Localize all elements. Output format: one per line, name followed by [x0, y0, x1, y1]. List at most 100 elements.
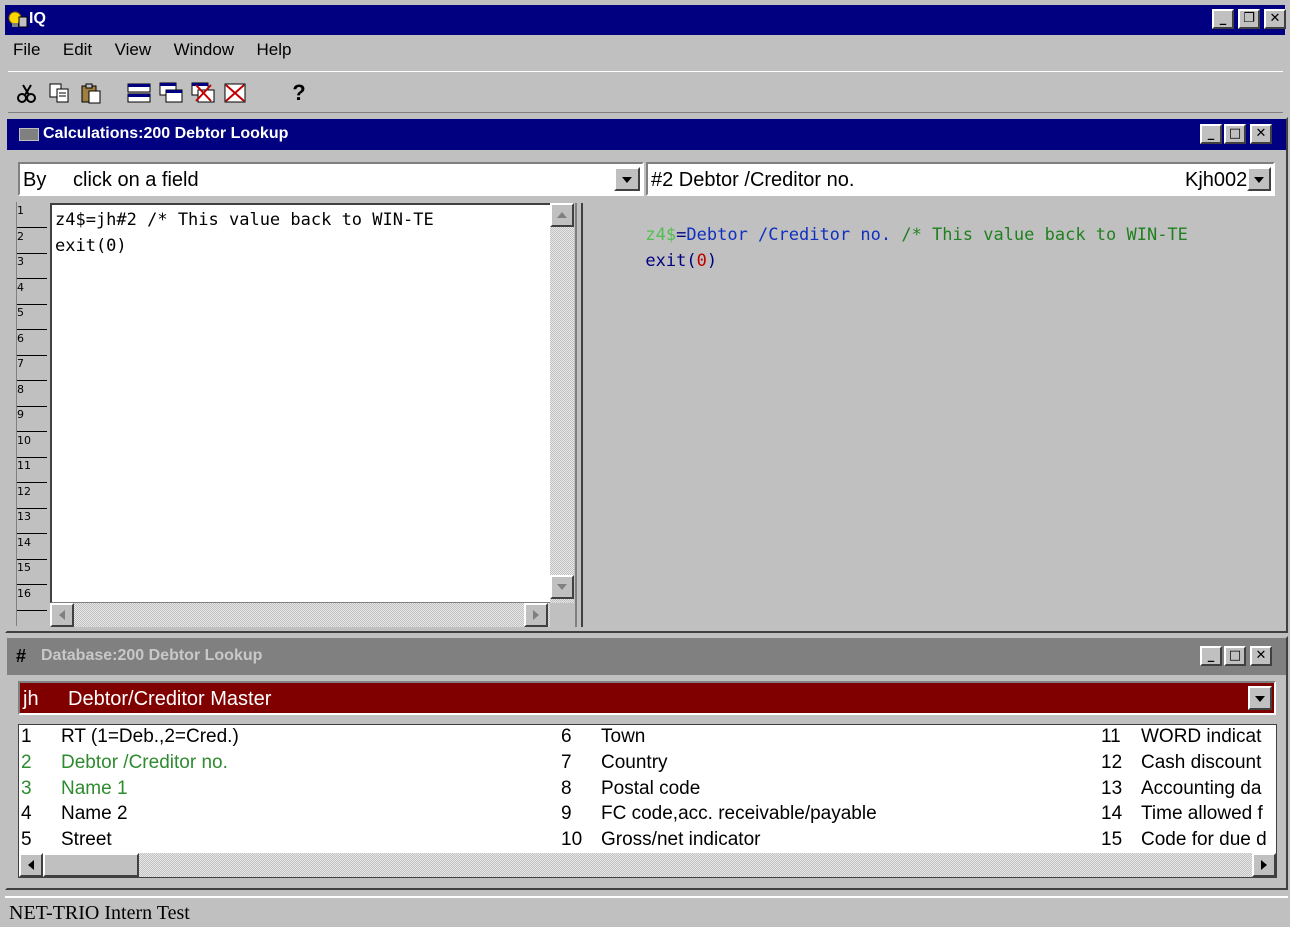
cut-icon[interactable]	[12, 78, 42, 108]
calc-title: Calculations:200 Debtor Lookup	[43, 125, 289, 142]
close-button[interactable]: ✕	[1264, 9, 1286, 29]
field-info-combo[interactable]: #2 Debtor /Creditor no. Kjh002	[646, 162, 1275, 196]
line-number-label: 5	[17, 306, 24, 319]
menu-help[interactable]: Help	[257, 40, 292, 59]
calc-title-bar: Calculations:200 Debtor Lookup _ □ ✕	[7, 119, 1286, 150]
app-logo-icon[interactable]	[8, 11, 28, 29]
editor-vertical-scrollbar[interactable]	[550, 203, 574, 603]
field-list-item[interactable]: 13 Accounting da	[1101, 778, 1276, 804]
editor-horizontal-scrollbar[interactable]	[50, 603, 550, 627]
db-minimize-button[interactable]: _	[1200, 646, 1222, 666]
app-title-bar: IQ _ ❐ ✕	[5, 5, 1286, 35]
calc-minimize-button[interactable]: _	[1200, 124, 1222, 144]
field-number: 5	[21, 829, 32, 851]
field-list-item[interactable]: 14 Time allowed f	[1101, 803, 1276, 829]
field-label: Debtor /Creditor no.	[61, 751, 228, 773]
pane-splitter[interactable]	[575, 203, 583, 627]
field-list-item[interactable]: 5 Street	[21, 829, 541, 855]
line-number: 8	[17, 381, 47, 407]
chevron-down-icon[interactable]	[614, 167, 640, 191]
calc-close-button[interactable]: ✕	[1250, 124, 1272, 144]
menu-edit[interactable]: Edit	[63, 40, 92, 59]
preview-close: )	[706, 251, 718, 271]
line-number: 12	[17, 483, 47, 509]
window-icon[interactable]	[19, 128, 39, 141]
field-selector-combo[interactable]: By click on a field	[18, 162, 644, 196]
field-number: 13	[1101, 777, 1123, 799]
field-list-item[interactable]: 4 Name 2	[21, 803, 541, 829]
scroll-up-button[interactable]	[550, 203, 574, 227]
field-number: 11	[1101, 726, 1121, 747]
preview-exit: exit(	[645, 251, 697, 271]
cascade-icon[interactable]	[156, 78, 186, 108]
table-selector-combo[interactable]: jh Debtor/Creditor Master	[18, 681, 1276, 715]
field-list-item[interactable]: 2 Debtor /Creditor no.	[21, 752, 541, 778]
field-list-item[interactable]: 3 Name 1	[21, 778, 541, 804]
scroll-left-button[interactable]	[19, 853, 43, 877]
db-close-button[interactable]: ✕	[1250, 646, 1272, 666]
field-number: 10	[561, 829, 583, 851]
field-list-item[interactable]: 15 Code for due d	[1101, 829, 1276, 855]
status-text: NET-TRIO Intern Test	[9, 902, 190, 924]
field-list-item[interactable]: 11 WORD indicat	[1101, 726, 1276, 752]
field-label: Name 2	[61, 803, 128, 825]
code-line-2: exit(0)	[55, 236, 127, 256]
field-list-item[interactable]: 1 RT (1=Deb.,2=Cred.)	[21, 726, 541, 752]
field-number: 12	[1101, 751, 1123, 773]
field-list-item[interactable]: 9 FC code,acc. receivable/payable	[561, 803, 1081, 829]
field-list-item[interactable]: 8 Postal code	[561, 778, 1081, 804]
field-number: 2	[21, 751, 32, 773]
tile-horizontal-icon[interactable]	[124, 78, 154, 108]
line-number: 9	[17, 406, 47, 432]
line-number: 11	[17, 457, 47, 483]
field-number: 7	[561, 751, 572, 773]
field-number: 1	[21, 726, 32, 747]
field-list-item[interactable]: 7 Country	[561, 752, 1081, 778]
scroll-left-button[interactable]	[50, 603, 74, 627]
help-icon[interactable]: ?	[284, 78, 314, 108]
preview-line-2: exit(0)	[584, 231, 717, 291]
menu-window[interactable]: Window	[174, 40, 234, 59]
field-list-item[interactable]: 10 Gross/net indicator	[561, 829, 1081, 855]
line-number: 16	[17, 585, 47, 611]
menu-view[interactable]: View	[115, 40, 152, 59]
chevron-down-icon[interactable]	[1247, 167, 1271, 191]
preview-arg: 0	[696, 251, 707, 271]
copy-icon[interactable]	[44, 78, 74, 108]
line-number: 14	[17, 534, 47, 560]
line-number: 3	[17, 253, 47, 279]
calculations-window: Calculations:200 Debtor Lookup _ □ ✕ By …	[5, 117, 1288, 633]
line-number-label: 16	[17, 586, 31, 600]
minimize-button[interactable]: _	[1212, 9, 1234, 29]
db-maximize-button[interactable]: □	[1224, 646, 1246, 666]
field-list-horizontal-scrollbar[interactable]	[19, 853, 1276, 877]
menu-file[interactable]: File	[13, 40, 40, 59]
scroll-down-button[interactable]	[550, 575, 574, 599]
calc-maximize-button[interactable]: □	[1224, 124, 1246, 144]
line-number-label: 8	[17, 382, 24, 396]
line-number-label: 13	[17, 510, 31, 523]
field-number: 8	[561, 777, 572, 799]
field-list-item[interactable]: 12 Cash discount	[1101, 752, 1276, 778]
scroll-right-button[interactable]	[1252, 853, 1276, 877]
field-label: Town	[601, 726, 646, 747]
db-title: Database:200 Debtor Lookup	[41, 647, 263, 664]
hash-icon[interactable]: #	[16, 646, 26, 667]
chevron-down-icon[interactable]	[1248, 686, 1272, 710]
line-number: 13	[17, 508, 47, 534]
field-list-item[interactable]: 6 Town	[561, 726, 1081, 752]
paste-icon[interactable]	[76, 78, 106, 108]
preview-comment: /* This value back to WIN-TE	[891, 225, 1188, 245]
close-all-icon[interactable]	[220, 78, 250, 108]
close-window-icon[interactable]	[188, 78, 218, 108]
restore-button[interactable]: ❐	[1238, 9, 1260, 29]
combo-value: click on a field	[73, 169, 199, 191]
line-number: 2	[17, 228, 47, 254]
scroll-thumb[interactable]	[43, 853, 139, 877]
line-number-label: 11	[17, 459, 31, 472]
field-label: Street	[61, 829, 112, 851]
line-number-label: 15	[17, 561, 31, 574]
table-name: Debtor/Creditor Master	[68, 688, 272, 710]
code-editor[interactable]: z4$=jh#2 /* This value back to WIN-TE ex…	[50, 203, 550, 603]
scroll-right-button[interactable]	[524, 603, 548, 627]
